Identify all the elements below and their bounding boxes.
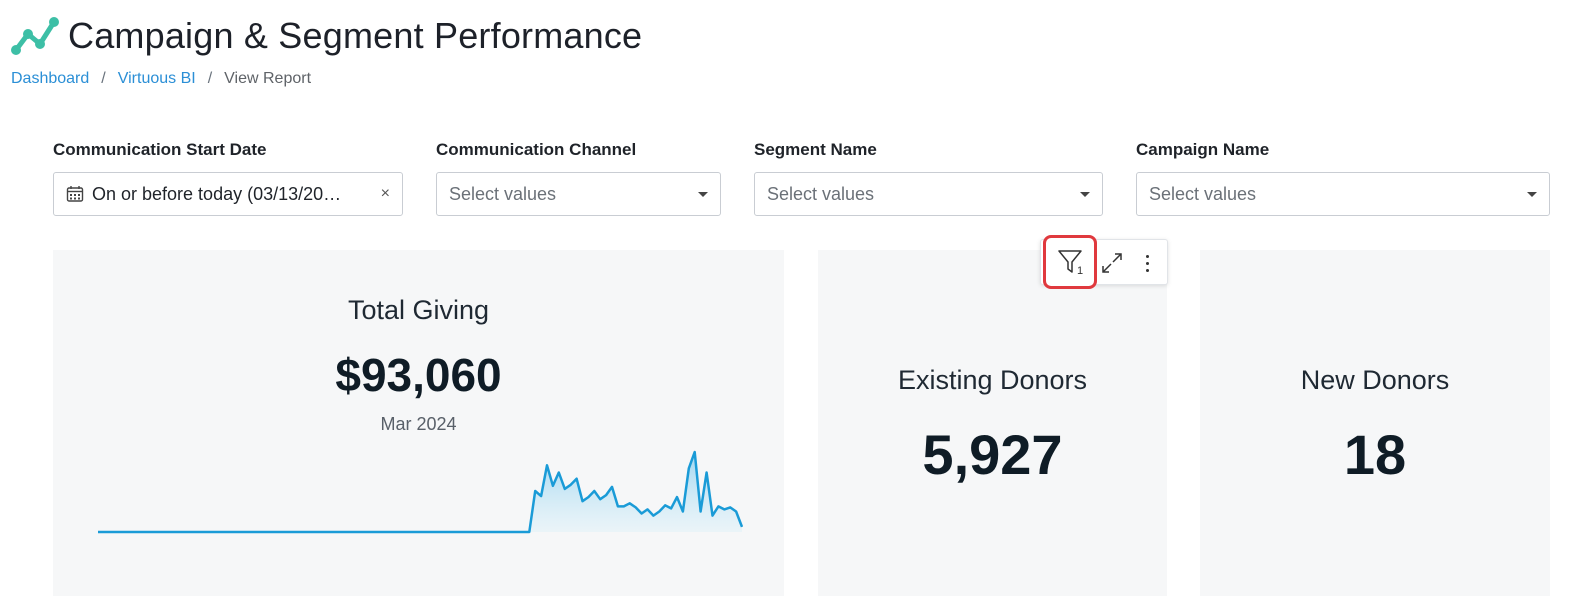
filter-label: Segment Name bbox=[754, 140, 877, 159]
filter-campaign-name: Campaign Name Select values bbox=[1136, 140, 1550, 216]
select-placeholder: Select values bbox=[767, 183, 875, 204]
card-title: Total Giving bbox=[347, 295, 490, 325]
calendar-icon bbox=[66, 186, 84, 202]
card-title: Existing Donors bbox=[897, 365, 1088, 395]
filter-count-badge: 1 bbox=[1077, 265, 1084, 277]
filter-communication-channel: Communication Channel Select values bbox=[436, 140, 721, 216]
sparkline-area bbox=[98, 452, 742, 532]
breadcrumb-virtuous-bi-link[interactable]: Virtuous BI bbox=[118, 70, 196, 88]
card-period: Mar 2024 bbox=[380, 414, 457, 434]
filter-label: Campaign Name bbox=[1136, 140, 1270, 159]
date-filter-input[interactable]: On or before today (03/13/20… × bbox=[53, 172, 403, 216]
page-title: Campaign & Segment Performance bbox=[68, 15, 643, 56]
filter-segment-name: Segment Name Select values bbox=[754, 140, 1103, 216]
campaign-select[interactable]: Select values bbox=[1136, 172, 1550, 216]
card-value: $93,060 bbox=[335, 349, 502, 401]
segment-select[interactable]: Select values bbox=[754, 172, 1103, 216]
clear-filter-icon[interactable]: × bbox=[381, 185, 390, 203]
chevron-down-icon bbox=[1080, 191, 1090, 197]
breadcrumb-current: View Report bbox=[224, 70, 312, 87]
card-toolbar: 1 bbox=[1040, 235, 1168, 289]
card-filter-button[interactable]: 1 bbox=[1043, 235, 1097, 289]
card-title: New Donors bbox=[1300, 365, 1450, 395]
card-value: 5,927 bbox=[922, 423, 1063, 486]
filter-label: Communication Channel bbox=[436, 140, 637, 159]
trend-logo-icon bbox=[11, 17, 59, 55]
page-header: Campaign & Segment Performance bbox=[10, 14, 642, 58]
breadcrumb-dashboard-link[interactable]: Dashboard bbox=[11, 70, 89, 88]
giving-sparkline-chart bbox=[98, 450, 743, 534]
date-filter-value: On or before today (03/13/20… bbox=[92, 183, 342, 204]
existing-donors-card[interactable]: Existing Donors 5,927 bbox=[818, 250, 1167, 596]
channel-select[interactable]: Select values bbox=[436, 172, 721, 216]
select-placeholder: Select values bbox=[449, 183, 557, 204]
filter-communication-start-date: Communication Start Date On or before to… bbox=[53, 140, 403, 216]
breadcrumb: Dashboard / Virtuous BI / View Report bbox=[11, 70, 311, 88]
total-giving-card[interactable]: Total Giving $93,060 Mar 2024 bbox=[53, 250, 784, 596]
new-donors-card[interactable]: New Donors 18 bbox=[1200, 250, 1550, 596]
breadcrumb-separator: / bbox=[207, 70, 213, 87]
select-placeholder: Select values bbox=[1149, 183, 1257, 204]
filter-label: Communication Start Date bbox=[53, 140, 267, 159]
chevron-down-icon bbox=[698, 191, 708, 197]
more-options-icon[interactable] bbox=[1137, 248, 1157, 278]
breadcrumb-separator: / bbox=[101, 70, 106, 87]
expand-icon[interactable] bbox=[1099, 250, 1125, 276]
card-value: 18 bbox=[1343, 423, 1407, 486]
chevron-down-icon bbox=[1527, 191, 1537, 197]
